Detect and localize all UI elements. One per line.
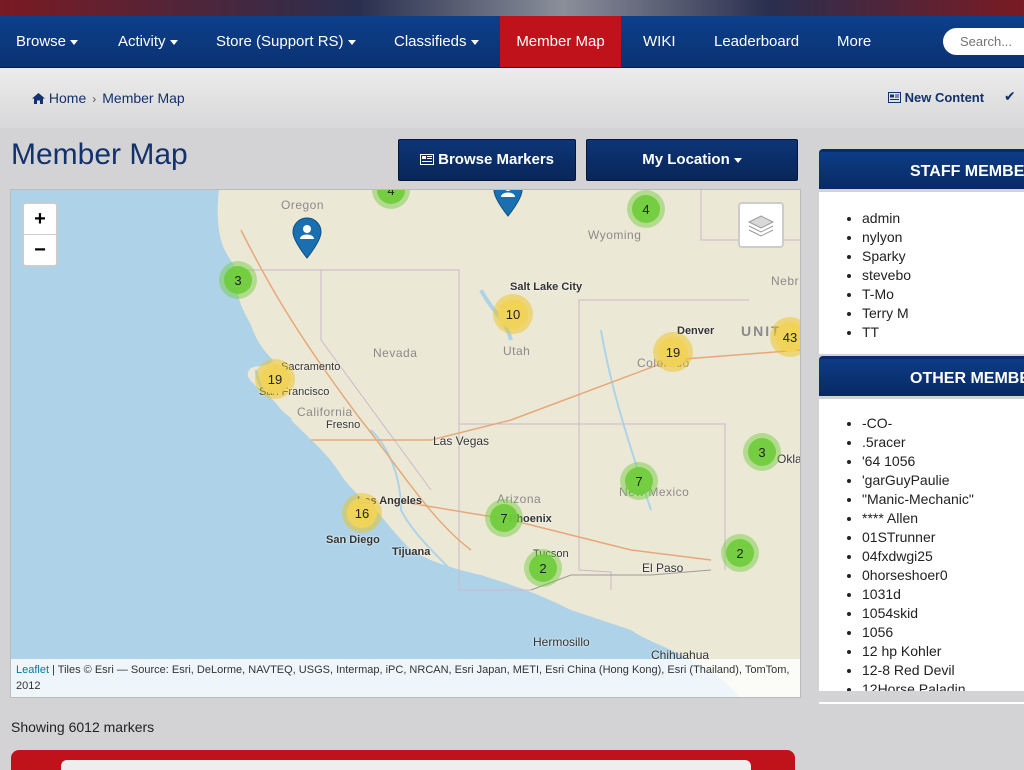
map-basemap xyxy=(217,190,800,697)
staff-member-link[interactable]: TT xyxy=(862,323,1024,342)
chevron-down-icon xyxy=(347,39,356,45)
home-icon xyxy=(32,93,45,104)
zoom-in-button[interactable]: + xyxy=(24,204,56,235)
chevron-down-icon xyxy=(470,39,479,45)
checkmark-icon[interactable]: ✔ xyxy=(1004,88,1016,105)
member-pin-icon[interactable] xyxy=(493,190,523,222)
staff-members-panel: admin nylyon Sparky stevebo T-Mo Terry M… xyxy=(819,192,1024,354)
chevron-down-icon xyxy=(733,157,742,163)
member-link[interactable]: 1031d xyxy=(862,585,1024,604)
member-link[interactable]: **** Allen xyxy=(862,509,1024,528)
member-link[interactable]: 1054skid xyxy=(862,604,1024,623)
map-cluster[interactable]: 4 xyxy=(627,190,665,228)
map-label: Hermosillo xyxy=(533,635,590,649)
zoom-control: + − xyxy=(22,202,58,267)
my-location-button[interactable]: My Location xyxy=(586,139,798,181)
map-attribution: Leaflet | Tiles © Esri — Source: Esri, D… xyxy=(11,659,800,697)
map-label: Nevada xyxy=(373,346,418,360)
member-pin-icon[interactable] xyxy=(292,217,322,264)
map-label: San Diego xyxy=(326,534,380,546)
layers-icon xyxy=(747,215,775,237)
member-link[interactable]: 04fxdwgi25 xyxy=(862,547,1024,566)
zoom-out-button[interactable]: − xyxy=(24,235,56,265)
member-map[interactable]: Oregon Wyoming Salt Lake City Nebr Denve… xyxy=(11,190,800,697)
newspaper-icon xyxy=(888,92,901,103)
member-link[interactable]: 12 hp Kohler xyxy=(862,642,1024,661)
member-link[interactable]: '64 1056 xyxy=(862,452,1024,471)
map-cluster[interactable]: 7 xyxy=(485,499,523,537)
list-card-icon xyxy=(419,154,434,165)
nav-member-map[interactable]: Member Map xyxy=(500,16,621,67)
member-link[interactable]: 0horseshoer0 xyxy=(862,566,1024,585)
staff-member-link[interactable]: Terry M xyxy=(862,304,1024,323)
map-cluster[interactable]: 3 xyxy=(219,261,257,299)
chevron-down-icon xyxy=(169,39,178,45)
map-label: Las Vegas xyxy=(433,434,490,448)
other-members-header: OTHER MEMBERS xyxy=(819,356,1024,396)
breadcrumb-home-link[interactable]: Home xyxy=(49,90,86,106)
map-cluster[interactable]: 2 xyxy=(721,534,759,572)
map-label: Utah xyxy=(503,344,531,358)
map-cluster[interactable]: 19 xyxy=(255,359,295,399)
member-link[interactable]: 01STrunner xyxy=(862,528,1024,547)
member-link[interactable]: .5racer xyxy=(862,433,1024,452)
staff-member-link[interactable]: stevebo xyxy=(862,266,1024,285)
member-link[interactable]: 'garGuyPaulie xyxy=(862,471,1024,490)
map-cluster[interactable]: 19 xyxy=(653,332,693,372)
map-label: Fresno xyxy=(326,419,361,431)
map-label: Tijuana xyxy=(392,546,431,558)
nav-classifieds[interactable]: Classifieds xyxy=(394,16,479,67)
map-label: Oregon xyxy=(281,198,325,212)
leaflet-link[interactable]: Leaflet xyxy=(16,664,49,676)
map-cluster[interactable]: 10 xyxy=(493,294,533,334)
browse-markers-button[interactable]: Browse Markers xyxy=(398,139,576,181)
member-link[interactable]: 12-8 Red Devil xyxy=(862,661,1024,680)
map-label: Salt Lake City xyxy=(510,281,583,293)
member-link[interactable]: "Manic-Mechanic" xyxy=(862,490,1024,509)
layers-button[interactable] xyxy=(738,202,784,248)
map-cluster[interactable]: 3 xyxy=(743,433,781,471)
other-members-panel[interactable]: -CO- .5racer '64 1056 'garGuyPaulie "Man… xyxy=(819,399,1024,691)
panel-divider xyxy=(819,702,1024,704)
staff-member-link[interactable]: Sparky xyxy=(862,247,1024,266)
map-cluster[interactable]: 2 xyxy=(524,549,562,587)
member-link[interactable]: -CO- xyxy=(862,414,1024,433)
map-label: Wyoming xyxy=(588,228,642,242)
header-banner-strip xyxy=(0,0,1024,16)
new-content-link[interactable]: New Content xyxy=(888,90,984,105)
nav-browse[interactable]: Browse xyxy=(16,16,79,67)
nav-more[interactable]: More xyxy=(837,16,871,67)
nav-leaderboard[interactable]: Leaderboard xyxy=(714,16,799,67)
map-label: Nebr xyxy=(771,274,800,288)
staff-member-link[interactable]: admin xyxy=(862,209,1024,228)
page-title: Member Map xyxy=(11,138,188,171)
nav-wiki[interactable]: WIKI xyxy=(643,16,676,67)
staff-member-link[interactable]: T-Mo xyxy=(862,285,1024,304)
breadcrumb-current[interactable]: Member Map xyxy=(102,90,184,106)
nav-store[interactable]: Store (Support RS) xyxy=(216,16,356,67)
member-link[interactable]: 1056 xyxy=(862,623,1024,642)
breadcrumb: Home › Member Map xyxy=(32,90,185,106)
chevron-right-icon: › xyxy=(92,92,97,106)
map-label: El Paso xyxy=(642,561,684,575)
staff-members-header: STAFF MEMBERS xyxy=(819,149,1024,189)
breadcrumb-bar: Home › Member Map New Content ✔ xyxy=(0,68,1024,128)
map-cluster[interactable]: 7 xyxy=(620,462,658,500)
search-input[interactable] xyxy=(943,28,1024,55)
chevron-down-icon xyxy=(70,39,79,45)
marker-count: Showing 6012 markers xyxy=(11,719,155,735)
map-label: California xyxy=(297,405,353,419)
member-link[interactable]: 12Horse Paladin xyxy=(862,680,1024,691)
bottom-panel-header xyxy=(11,750,795,770)
main-navigation: Browse Activity Store (Support RS) Class… xyxy=(0,16,1024,68)
staff-member-link[interactable]: nylyon xyxy=(862,228,1024,247)
nav-activity[interactable]: Activity xyxy=(118,16,178,67)
map-cluster[interactable]: 16 xyxy=(342,493,382,533)
